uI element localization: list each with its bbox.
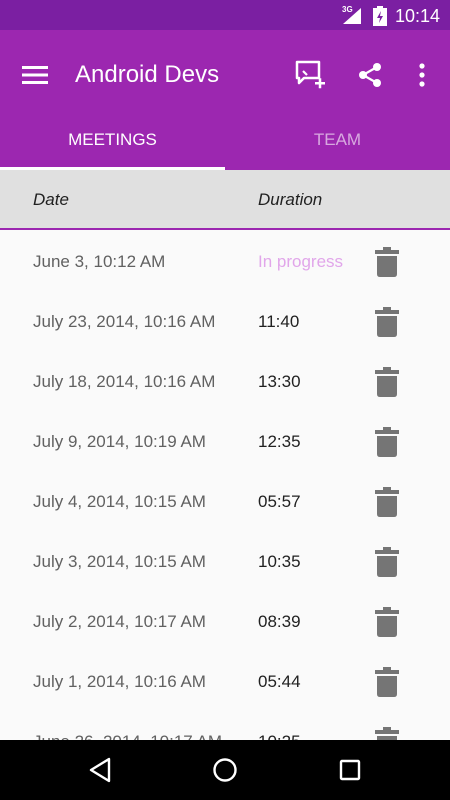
meeting-row[interactable]: July 23, 2014, 10:16 AM 11:40 xyxy=(0,292,450,352)
signal-icon xyxy=(343,8,361,24)
recents-icon xyxy=(339,759,361,781)
share-button[interactable] xyxy=(353,58,387,92)
delete-button[interactable] xyxy=(372,424,402,460)
overflow-icon xyxy=(419,63,425,87)
trash-icon xyxy=(375,667,399,697)
column-header-date: Date xyxy=(33,190,69,209)
status-bar: 3G 10:14 xyxy=(0,0,450,30)
trash-icon xyxy=(375,367,399,397)
meeting-duration: 11:40 xyxy=(258,312,300,331)
tab-bar: MEETINGS TEAM xyxy=(0,122,450,170)
trash-icon xyxy=(375,727,399,740)
meeting-duration: 10:35 xyxy=(258,552,301,571)
meeting-row[interactable]: July 9, 2014, 10:19 AM 12:35 xyxy=(0,412,450,472)
tab-team-label: TEAM xyxy=(313,130,362,149)
app-title: Android Devs xyxy=(75,61,220,88)
meeting-date: July 18, 2014, 10:16 AM xyxy=(33,372,216,391)
meeting-row[interactable]: July 4, 2014, 10:15 AM 05:57 xyxy=(0,472,450,532)
home-button[interactable] xyxy=(210,755,240,785)
recents-button[interactable] xyxy=(335,755,365,785)
delete-button[interactable] xyxy=(372,664,402,700)
meeting-date: July 4, 2014, 10:15 AM xyxy=(33,492,206,511)
meeting-date: July 9, 2014, 10:19 AM xyxy=(33,432,206,451)
home-icon xyxy=(213,758,237,782)
back-button[interactable] xyxy=(85,755,115,785)
meeting-row[interactable]: June 26, 2014, 10:17 AM 10:25 xyxy=(0,712,450,740)
tab-meetings-label: MEETINGS xyxy=(68,130,157,149)
menu-icon xyxy=(22,66,48,84)
meeting-duration: 05:44 xyxy=(258,672,301,691)
share-icon xyxy=(359,63,381,87)
meeting-date: July 23, 2014, 10:16 AM xyxy=(33,312,216,331)
delete-button[interactable] xyxy=(372,604,402,640)
battery-icon xyxy=(373,6,387,26)
overflow-menu-button[interactable] xyxy=(405,58,439,92)
meeting-duration: 08:39 xyxy=(258,612,301,631)
meeting-duration: 05:57 xyxy=(258,492,301,511)
delete-button[interactable] xyxy=(372,304,402,340)
trash-icon xyxy=(375,427,399,457)
meetings-list[interactable]: June 3, 10:12 AM In progress July 23, 20… xyxy=(0,232,450,740)
table-header: Date Duration xyxy=(0,170,450,230)
clock: 10:14 xyxy=(395,6,441,26)
add-meeting-button[interactable] xyxy=(293,58,327,92)
delete-button[interactable] xyxy=(372,724,402,740)
tab-meetings[interactable]: MEETINGS xyxy=(0,122,225,170)
meeting-date: June 3, 10:12 AM xyxy=(33,252,166,271)
trash-icon xyxy=(375,307,399,337)
trash-icon xyxy=(375,487,399,517)
meeting-date: July 2, 2014, 10:17 AM xyxy=(33,612,206,631)
trash-icon xyxy=(375,547,399,577)
meeting-row[interactable]: June 3, 10:12 AM In progress xyxy=(0,232,450,292)
column-header-duration: Duration xyxy=(258,190,323,209)
meeting-duration: In progress xyxy=(258,252,344,271)
meeting-duration: 10:25 xyxy=(258,732,301,740)
tab-team[interactable]: TEAM xyxy=(225,122,450,170)
delete-button[interactable] xyxy=(372,484,402,520)
meeting-date: July 3, 2014, 10:15 AM xyxy=(33,552,206,571)
delete-button[interactable] xyxy=(372,364,402,400)
meeting-date: June 26, 2014, 10:17 AM xyxy=(33,732,222,740)
meeting-row[interactable]: July 3, 2014, 10:15 AM 10:35 xyxy=(0,532,450,592)
meeting-row[interactable]: July 1, 2014, 10:16 AM 05:44 xyxy=(0,652,450,712)
app-bar: Android Devs MEETINGS TEAM xyxy=(0,30,450,170)
meeting-duration: 12:35 xyxy=(258,432,301,451)
trash-icon xyxy=(375,607,399,637)
back-icon xyxy=(89,757,111,783)
menu-button[interactable] xyxy=(18,60,52,90)
meeting-date: July 1, 2014, 10:16 AM xyxy=(33,672,206,691)
delete-button[interactable] xyxy=(372,244,402,280)
delete-button[interactable] xyxy=(372,544,402,580)
add-meeting-icon xyxy=(295,60,325,89)
meeting-duration: 13:30 xyxy=(258,372,301,391)
navigation-bar xyxy=(0,740,450,800)
meeting-row[interactable]: July 18, 2014, 10:16 AM 13:30 xyxy=(0,352,450,412)
meeting-row[interactable]: July 2, 2014, 10:17 AM 08:39 xyxy=(0,592,450,652)
trash-icon xyxy=(375,247,399,277)
